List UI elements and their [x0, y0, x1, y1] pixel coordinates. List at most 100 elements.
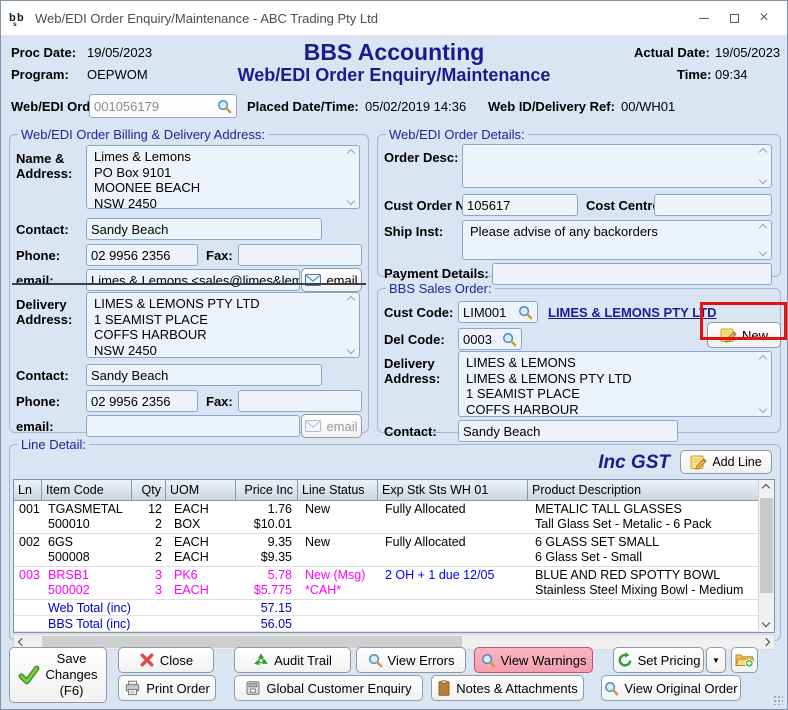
column-header[interactable]: Exp Stk Sts WH 01 [378, 480, 528, 500]
notes-attachments-button[interactable]: Notes & Attachments [431, 675, 584, 701]
page-subtitle: Web/EDI Order Enquiry/Maintenance [1, 65, 787, 86]
close-window-button[interactable]: × [749, 6, 779, 30]
column-header[interactable]: Line Status [298, 480, 378, 500]
cust-order-no-input[interactable]: 105617 [462, 194, 578, 216]
vertical-scrollbar[interactable] [758, 480, 774, 632]
line-item-row[interactable]: 003BRSB150000233PK6EACH5.78$5.775New (Ms… [14, 567, 758, 600]
delivery-email-label: email: [16, 419, 54, 434]
ship-inst-textarea[interactable]: Please advise of any backorders [462, 220, 772, 260]
name-address-textarea[interactable]: Limes & Lemons PO Box 9101 MOONEE BEACH … [86, 145, 360, 209]
column-header[interactable]: Item Code [42, 480, 132, 500]
close-button[interactable]: Close [118, 647, 214, 673]
cell-uom: EACHEACH [166, 535, 236, 564]
svg-text:b: b [17, 12, 24, 24]
inc-gst-label: Inc GST [598, 452, 670, 474]
column-header[interactable]: Ln [14, 480, 42, 500]
view-original-search-icon [604, 681, 619, 696]
scroll-arrows[interactable] [758, 149, 768, 183]
cell-description: 6 GLASS SET SMALL6 Glass Set - Small [528, 535, 758, 564]
column-header[interactable]: Product Description [528, 480, 758, 500]
total-row: Web Total (inc)57.15 [14, 600, 758, 616]
cell-description: METALIC TALL GLASSESTall Glass Set - Met… [528, 502, 758, 531]
total-row: Web Total (ex)51.95 [14, 632, 758, 633]
add-line-icon [690, 454, 707, 470]
set-pricing-dropdown-button[interactable]: ▼ [706, 647, 726, 673]
refresh-icon [617, 652, 633, 668]
recycle-icon [253, 652, 269, 668]
cost-centre-input[interactable] [654, 194, 772, 216]
del-code-label: Del Code: [384, 332, 445, 347]
save-changes-button[interactable]: Save Changes (F6) [9, 647, 107, 703]
scroll-arrows[interactable] [346, 297, 356, 353]
line-detail-legend: Line Detail: [18, 437, 89, 452]
ship-inst-label: Ship Inst: [384, 224, 443, 239]
close-x-icon [139, 652, 155, 668]
folder-add-button[interactable] [731, 647, 758, 673]
del-code-search-icon[interactable] [502, 332, 517, 347]
total-row: BBS Total (inc)56.05 [14, 616, 758, 632]
cell-ln: 001 [14, 502, 42, 531]
del-code-input[interactable]: 0003 [458, 328, 522, 350]
resize-grip[interactable] [773, 695, 783, 705]
view-original-order-button[interactable]: View Original Order [601, 675, 741, 701]
vertical-scrollbar-thumb[interactable] [760, 498, 773, 593]
annotation-highlight-rectangle [700, 302, 787, 340]
delivery-email-button[interactable]: email [301, 414, 362, 438]
billing-phone-input[interactable]: 02 9956 2356 [86, 244, 198, 266]
cell-item_code: 6GS500008 [42, 535, 132, 564]
app-window: bsb Web/EDI Order Enquiry/Maintenance - … [0, 0, 788, 710]
table-body: 001TGASMETAL500010122EACHBOX1.76$10.01Ne… [14, 501, 758, 633]
cell-price: 1.76$10.01 [236, 502, 298, 531]
scroll-arrows[interactable] [758, 356, 768, 412]
bbs-delivery-address-textarea[interactable]: LIMES & LEMONS LIMES & LEMONS PTY LTD 1 … [458, 351, 772, 417]
web-edi-order-input[interactable]: 001056179 [89, 94, 237, 118]
name-address-label: Name & Address: [16, 151, 72, 181]
global-customer-enquiry-button[interactable]: Global Customer Enquiry [234, 675, 423, 701]
billing-fax-input[interactable] [238, 244, 362, 266]
order-details-legend: Web/EDI Order Details: [386, 127, 528, 142]
scroll-arrows[interactable] [758, 225, 768, 255]
order-details-group: Web/EDI Order Details: Order Desc: Cust … [377, 127, 781, 277]
scroll-arrows[interactable] [346, 150, 356, 204]
printer-icon [124, 680, 141, 696]
view-warnings-button[interactable]: View Warnings [474, 647, 593, 673]
column-header[interactable]: UOM [166, 480, 236, 500]
cust-code-input[interactable]: LIM001 [458, 301, 538, 323]
delivery-address-label: Delivery Address: [16, 297, 72, 327]
add-line-button[interactable]: Add Line [680, 450, 772, 474]
view-errors-button[interactable]: View Errors [356, 647, 466, 673]
line-item-row[interactable]: 001TGASMETAL500010122EACHBOX1.76$10.01Ne… [14, 501, 758, 534]
delivery-address-textarea[interactable]: LIMES & LEMONS PTY LTD 1 SEAMIST PLACE C… [86, 292, 360, 358]
line-item-row[interactable]: 0026GS50000822EACHEACH9.35$9.35NewFully … [14, 534, 758, 567]
order-desc-textarea[interactable] [462, 144, 772, 188]
cust-code-search-icon[interactable] [518, 305, 533, 320]
column-header[interactable]: Price Inc [236, 480, 298, 500]
billing-email-label: email: [16, 273, 54, 288]
column-header[interactable]: Qty [132, 480, 166, 500]
delivery-phone-input[interactable]: 02 9956 2356 [86, 390, 198, 412]
delivery-fax-input[interactable] [238, 390, 362, 412]
actual-date-value: 19/05/2023 [715, 45, 780, 60]
audit-trail-button[interactable]: Audit Trail [234, 647, 351, 673]
print-order-button[interactable]: Print Order [118, 675, 216, 701]
line-detail-group: Line Detail: Inc GST Add Line LnItem Cod… [9, 437, 781, 641]
billing-contact-input[interactable]: Sandy Beach [86, 218, 322, 240]
order-search-icon[interactable] [217, 99, 232, 114]
delivery-email-input[interactable] [86, 415, 300, 437]
cell-item_code: BRSB1500002 [42, 568, 132, 597]
billing-delivery-group: Web/EDI Order Billing & Delivery Address… [9, 127, 369, 433]
customer-link[interactable]: LIMES & LEMONS PTY LTD [548, 305, 717, 320]
cell-qty: 22 [132, 535, 166, 564]
maximize-button[interactable] [719, 6, 749, 30]
set-pricing-button[interactable]: Set Pricing [613, 647, 704, 673]
line-items-table[interactable]: LnItem CodeQtyUOMPrice IncLine StatusExp… [13, 479, 775, 633]
cell-ln: 003 [14, 568, 42, 597]
billing-email-button[interactable]: email [301, 268, 362, 292]
billing-email-input[interactable]: Limes & Lemons <sales@limes&lem [86, 269, 300, 291]
cell-price: 9.35$9.35 [236, 535, 298, 564]
cost-centre-label: Cost Centre: [586, 198, 664, 213]
delivery-contact-input[interactable]: Sandy Beach [86, 364, 322, 386]
billing-phone-label: Phone: [16, 248, 60, 263]
minimize-button[interactable] [689, 6, 719, 30]
bbs-delivery-address-label: Delivery Address: [384, 356, 440, 386]
